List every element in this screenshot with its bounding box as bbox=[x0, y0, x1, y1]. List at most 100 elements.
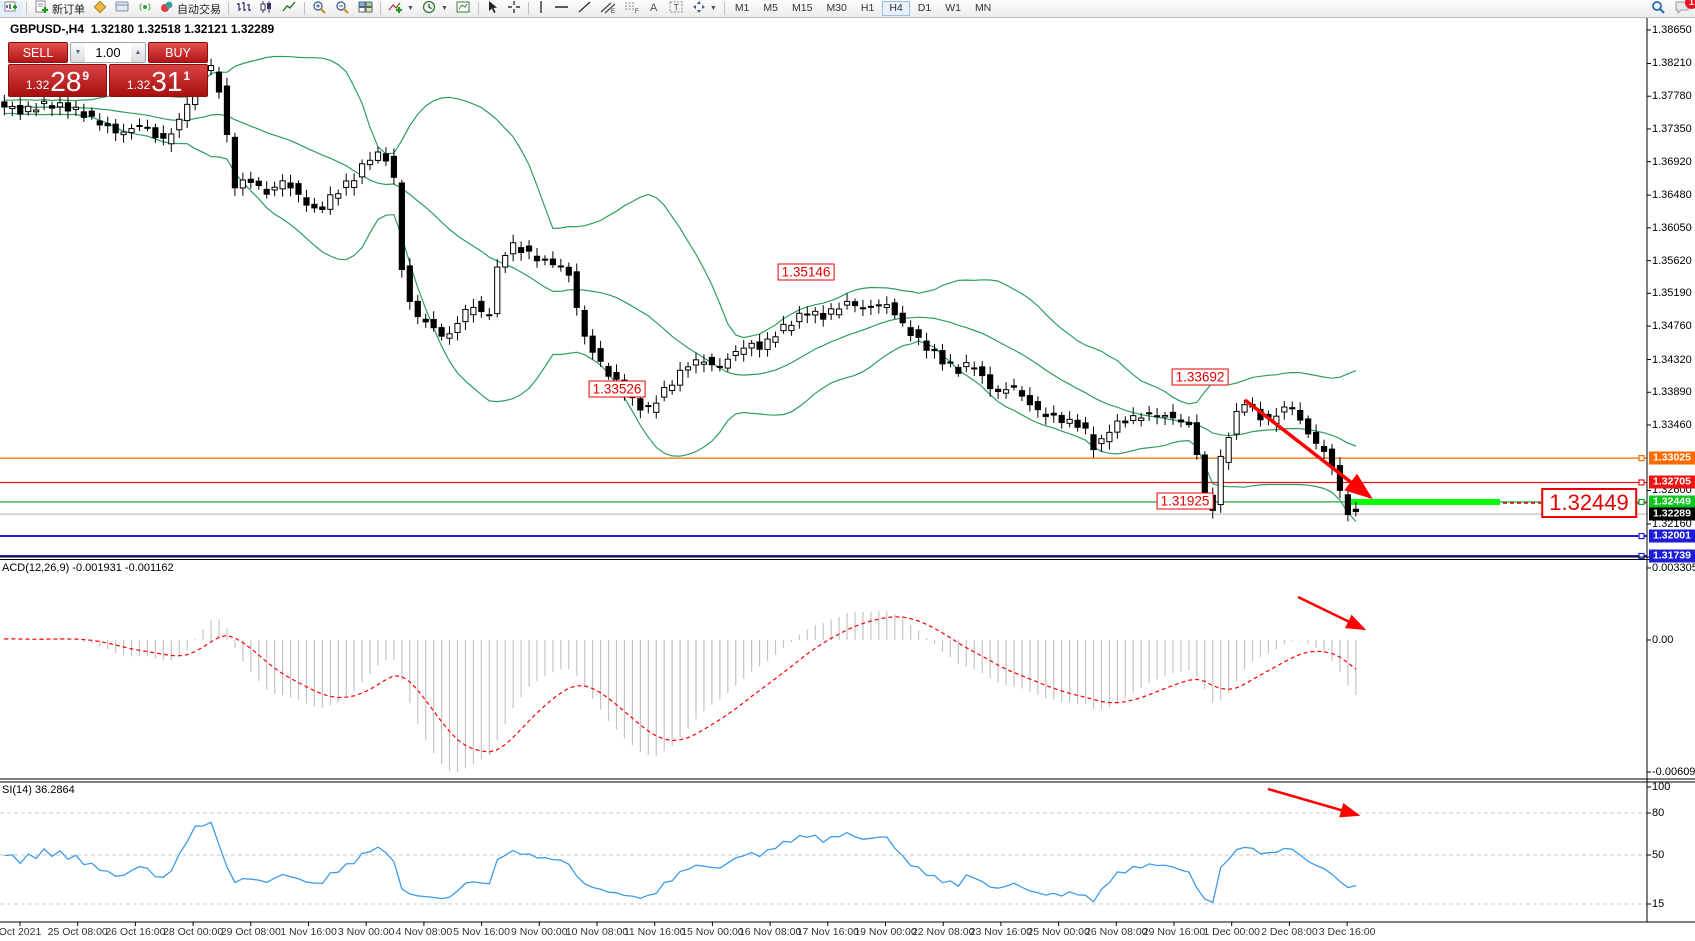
price-axis-label: 1.38210 bbox=[1652, 57, 1692, 69]
toolbar-separator bbox=[478, 2, 479, 15]
svg-text:F: F bbox=[635, 9, 639, 14]
time-axis-label: 22 Nov 08:00 bbox=[912, 926, 974, 938]
toolbar-separator bbox=[304, 2, 305, 15]
bollinger-middle-band bbox=[4, 107, 1356, 446]
fibonacci-icon: F bbox=[624, 0, 640, 17]
timeframe-h4[interactable]: H4 bbox=[882, 1, 909, 16]
time-axis-label: 15 Nov 00:00 bbox=[681, 926, 743, 938]
line-chart-icon bbox=[282, 0, 297, 17]
time-axis-label: 25 Oct 08:00 bbox=[48, 926, 108, 938]
one-click-trading-panel: SELL ▼ ▲ BUY 1.32 28 9 1.32 31 1 bbox=[8, 42, 208, 97]
timeframe-mn[interactable]: MN bbox=[969, 1, 997, 16]
trendline-button[interactable] bbox=[573, 1, 596, 17]
sell-button[interactable]: SELL bbox=[8, 42, 68, 63]
arrows-button[interactable]: ▼ bbox=[688, 1, 721, 17]
timeframe-h1[interactable]: H1 bbox=[855, 1, 880, 16]
rsi-axis-label: 15 bbox=[1652, 898, 1664, 910]
price-callout: 1.32449 bbox=[1541, 488, 1637, 518]
candle-chart-button[interactable] bbox=[255, 1, 278, 17]
crosshair-button[interactable] bbox=[503, 1, 525, 17]
price-axis-label: 1.33890 bbox=[1652, 386, 1692, 398]
arrows-icon bbox=[692, 0, 706, 17]
volume-down-button[interactable]: ▼ bbox=[71, 43, 85, 62]
template-button[interactable] bbox=[452, 1, 475, 17]
timeframe-w1[interactable]: W1 bbox=[939, 1, 967, 16]
price-axis-label: 1.36050 bbox=[1652, 222, 1692, 234]
new-order-button[interactable]: 新订单 bbox=[30, 1, 89, 17]
toolbar-separator bbox=[724, 2, 725, 15]
dropdown-caret-icon[interactable]: ▼ bbox=[441, 5, 448, 12]
timeframe-d1[interactable]: D1 bbox=[912, 1, 937, 16]
chart-area[interactable] bbox=[0, 0, 1695, 941]
rsi-label: SI(14) 36.2864 bbox=[2, 784, 75, 796]
sell-price[interactable]: 1.32 28 9 bbox=[8, 64, 107, 97]
search-icon[interactable] bbox=[1651, 0, 1666, 18]
toolbar-right: 1 bbox=[1651, 0, 1691, 17]
auto-trading-button[interactable]: 自动交易 bbox=[156, 1, 225, 17]
tile-windows-button[interactable] bbox=[354, 1, 377, 17]
price-axis-label: 1.35620 bbox=[1652, 255, 1692, 267]
timeframe-m1[interactable]: M1 bbox=[729, 1, 756, 16]
macd-axis-label: 0.003305 bbox=[1652, 562, 1695, 574]
price-axis-label: 1.33460 bbox=[1652, 419, 1692, 431]
support-highlight-bar bbox=[1350, 499, 1500, 505]
volume-input[interactable] bbox=[85, 43, 131, 62]
time-axis-label: 25 Nov 00:00 bbox=[1027, 926, 1089, 938]
price-axis-tag: 1.32001 bbox=[1649, 530, 1695, 543]
buy-button[interactable]: BUY bbox=[148, 42, 208, 63]
signal-button[interactable] bbox=[134, 1, 156, 17]
time-axis-label: 11 Nov 16:00 bbox=[624, 926, 686, 938]
period-button[interactable]: ▼ bbox=[418, 1, 452, 17]
sell-price-big: 28 bbox=[50, 69, 81, 95]
time-axis-label: 1 Nov 16:00 bbox=[280, 926, 337, 938]
data-window-button[interactable] bbox=[111, 1, 134, 17]
indicators-button[interactable]: ▼ bbox=[384, 1, 418, 17]
trendline-icon bbox=[577, 0, 592, 17]
fibonacci-button[interactable]: F bbox=[620, 1, 644, 17]
macd-pane bbox=[4, 611, 1356, 772]
price-axis-tag: 1.32289 bbox=[1649, 508, 1695, 521]
market-cube-button[interactable] bbox=[89, 1, 111, 17]
sell-price-prefix: 1.32 bbox=[26, 78, 49, 92]
rsi-axis-label: 50 bbox=[1652, 849, 1664, 861]
notifications-icon[interactable]: 1 bbox=[1674, 0, 1691, 17]
dropdown-caret-icon[interactable]: ▼ bbox=[407, 5, 414, 12]
toolbar-separator bbox=[528, 2, 529, 15]
chart-ohlc-header: GBPUSD-,H4 1.32180 1.32518 1.32121 1.322… bbox=[10, 22, 274, 36]
dropdown-caret-icon[interactable]: ▼ bbox=[710, 5, 717, 12]
toolbar: 新订单 自动交易 ▼ ▼ E FAT ▼ M1M5M15M30H1H4D1W1MN 1 bbox=[0, 0, 1695, 18]
zoom-in-button[interactable] bbox=[308, 1, 331, 17]
time-axis-label: 17 Nov 16:00 bbox=[797, 926, 859, 938]
channel-button[interactable]: E bbox=[596, 1, 620, 17]
price-callout: 1.33692 bbox=[1172, 369, 1229, 386]
rsi-line bbox=[4, 822, 1356, 902]
volume-up-button[interactable]: ▲ bbox=[131, 43, 145, 62]
text-label-button[interactable]: T bbox=[665, 1, 688, 17]
price-callout: 1.33526 bbox=[589, 381, 646, 398]
macd-axis-label: -0.006092 bbox=[1652, 766, 1695, 778]
cursor-button[interactable] bbox=[482, 1, 503, 17]
line-chart-button[interactable] bbox=[278, 1, 301, 17]
zoom-out-button[interactable] bbox=[331, 1, 354, 17]
buy-price[interactable]: 1.32 31 1 bbox=[109, 64, 208, 97]
time-axis-label: 16 Nov 08:00 bbox=[739, 926, 801, 938]
hline-button[interactable] bbox=[550, 1, 573, 17]
bar-chart-button[interactable] bbox=[232, 1, 255, 17]
time-axis-label: 26 Nov 08:00 bbox=[1085, 926, 1147, 938]
vline-button[interactable] bbox=[532, 1, 550, 17]
time-axis-label: 5 Nov 16:00 bbox=[453, 926, 510, 938]
timeframe-m15[interactable]: M15 bbox=[786, 1, 818, 16]
bar-chart-icon bbox=[236, 0, 251, 17]
timeframe-m5[interactable]: M5 bbox=[757, 1, 784, 16]
zoom-out-icon bbox=[335, 0, 350, 18]
text-button[interactable]: A bbox=[644, 1, 665, 17]
price-axis-label: 1.37350 bbox=[1652, 123, 1692, 135]
timeframe-m30[interactable]: M30 bbox=[820, 1, 852, 16]
price-axis-label: 1.34760 bbox=[1652, 320, 1692, 332]
price-axis-label: 1.34320 bbox=[1652, 354, 1692, 366]
new-chart-button[interactable] bbox=[0, 1, 23, 17]
price-axis-tag: 1.33025 bbox=[1649, 452, 1695, 465]
ohlc-values: 1.32180 1.32518 1.32121 1.32289 bbox=[91, 22, 275, 36]
toolbar-separator bbox=[26, 2, 27, 15]
auto-trading-icon bbox=[160, 0, 174, 17]
